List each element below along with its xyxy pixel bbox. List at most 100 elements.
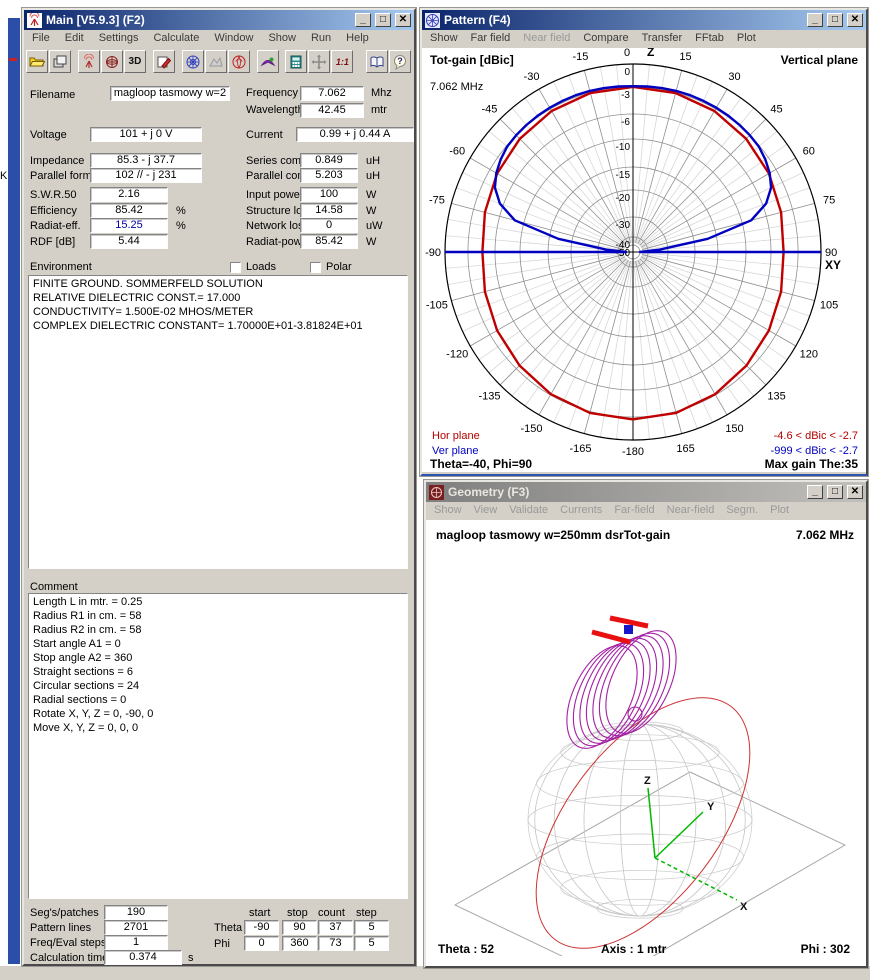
pattern-titlebar[interactable]: Pattern (F4) _ □ ✕ bbox=[422, 10, 866, 30]
geometry-view-area[interactable]: magloop tasmowy w=250mm dsrTot-gain 7.06… bbox=[426, 520, 866, 966]
desktop-side-strip bbox=[8, 18, 20, 964]
save-windows-button[interactable] bbox=[49, 50, 71, 73]
geometry-view-button[interactable] bbox=[101, 50, 123, 73]
segs-label: Seg's/patches bbox=[30, 907, 99, 919]
gray-surface-icon bbox=[208, 54, 224, 70]
1to1-icon: 1:1 bbox=[336, 57, 349, 67]
geometry-titlebar[interactable]: Geometry (F3) _ □ ✕ bbox=[426, 482, 866, 502]
input-power-label: Input power bbox=[246, 189, 303, 201]
3d-viewer-button[interactable] bbox=[257, 50, 279, 73]
svg-text:105: 105 bbox=[820, 300, 838, 312]
geometry-menu-view[interactable]: View bbox=[474, 504, 498, 518]
pattern-menu-far-field[interactable]: Far field bbox=[471, 32, 511, 46]
pattern-plane-label: Vertical plane bbox=[781, 53, 858, 67]
pattern-plot-area[interactable]: 0-3-6-10-15-20-30-40-50-180-165-150-135-… bbox=[422, 48, 866, 472]
input-power-unit: W bbox=[366, 189, 376, 201]
pattern-menu-near-field[interactable]: Near field bbox=[523, 32, 570, 46]
theta-step-input[interactable]: 5 bbox=[354, 920, 389, 935]
geometry-maximize-button[interactable]: □ bbox=[827, 485, 843, 499]
svg-text:-75: -75 bbox=[429, 194, 445, 206]
pattern-maximize-button[interactable]: □ bbox=[827, 13, 843, 27]
current-value: 0.99 + j 0.44 A bbox=[296, 127, 414, 142]
menu-file[interactable]: File bbox=[32, 32, 50, 46]
impedance-label: Impedance bbox=[30, 155, 84, 167]
svg-text:-20: -20 bbox=[616, 193, 631, 204]
legend-ver-range: -999 < dBic < -2.7 bbox=[771, 445, 858, 457]
main-menubar: File Edit Settings Calculate Window Show… bbox=[24, 30, 414, 48]
legend-ver-plane: Ver plane bbox=[432, 445, 478, 457]
wavelength-unit: mtr bbox=[371, 104, 387, 116]
move-button[interactable] bbox=[308, 50, 330, 73]
rdf-value: 5.44 bbox=[90, 234, 168, 249]
menu-show[interactable]: Show bbox=[268, 32, 296, 46]
geometry-menu-validate[interactable]: Validate bbox=[509, 504, 548, 518]
geometry-menu-far-field[interactable]: Far-field bbox=[614, 504, 654, 518]
geometry-menu-show[interactable]: Show bbox=[434, 504, 462, 518]
phi-count-input[interactable]: 73 bbox=[318, 936, 353, 951]
pattern-close-button[interactable]: ✕ bbox=[847, 13, 863, 27]
sweep-header-stop: stop bbox=[287, 907, 308, 919]
theta-start-input[interactable]: -90 bbox=[244, 920, 279, 935]
svg-text:0: 0 bbox=[624, 67, 630, 78]
menu-edit[interactable]: Edit bbox=[65, 32, 84, 46]
geometry-minimize-button[interactable]: _ bbox=[807, 485, 823, 499]
menu-settings[interactable]: Settings bbox=[99, 32, 139, 46]
efficiency-label: Efficiency bbox=[30, 205, 77, 217]
pattern-menu-compare[interactable]: Compare bbox=[583, 32, 628, 46]
svg-text:-10: -10 bbox=[616, 142, 631, 153]
frequency-value: 7.062 bbox=[300, 86, 364, 101]
loads-checkbox[interactable] bbox=[230, 262, 241, 273]
geometry-menu-currents[interactable]: Currents bbox=[560, 504, 602, 518]
radiat-power-value: 85.42 bbox=[300, 234, 358, 249]
comment-textarea[interactable]: Length L in mtr. = 0.25 Radius R1 in cm.… bbox=[28, 593, 408, 899]
open-file-button[interactable] bbox=[26, 50, 48, 73]
scale-1to1-button[interactable]: 1:1 bbox=[331, 50, 353, 73]
theta-stop-input[interactable]: 90 bbox=[282, 920, 317, 935]
phi-start-input[interactable]: 0 bbox=[244, 936, 279, 951]
menu-help[interactable]: Help bbox=[346, 32, 369, 46]
main-minimize-button[interactable]: _ bbox=[355, 13, 371, 27]
3d-view-button[interactable]: 3D bbox=[124, 50, 146, 73]
theta-count-input[interactable]: 37 bbox=[318, 920, 353, 935]
parallel-comp-value: 5.203 bbox=[300, 168, 358, 183]
geometry-menu-near-field[interactable]: Near-field bbox=[667, 504, 715, 518]
help-button[interactable]: ? bbox=[389, 50, 411, 73]
polar-checkbox[interactable] bbox=[310, 262, 321, 273]
wire-sphere-icon bbox=[104, 54, 120, 70]
phi-step-input[interactable]: 5 bbox=[354, 936, 389, 951]
near-field-surface-button[interactable] bbox=[205, 50, 227, 73]
help-icon: ? bbox=[392, 54, 408, 70]
main-maximize-button[interactable]: □ bbox=[375, 13, 391, 27]
environment-textarea[interactable]: FINITE GROUND. SOMMERFELD SOLUTION RELAT… bbox=[28, 275, 408, 569]
geometry-menu-plot[interactable]: Plot bbox=[770, 504, 789, 518]
geometry-close-button[interactable]: ✕ bbox=[847, 485, 863, 499]
nec-editor-button[interactable] bbox=[153, 50, 175, 73]
wavelength-value: 42.45 bbox=[300, 103, 364, 118]
smith-chart-button[interactable] bbox=[228, 50, 250, 73]
structure-loss-unit: W bbox=[366, 205, 376, 217]
pattern-menu-plot[interactable]: Plot bbox=[737, 32, 756, 46]
filename-input[interactable]: magloop tasmowy w=2 bbox=[110, 86, 230, 101]
phi-stop-input[interactable]: 360 bbox=[282, 936, 317, 951]
frequency-label: Frequency bbox=[246, 87, 298, 99]
calculate-button[interactable] bbox=[285, 50, 307, 73]
geometry-menu-segm[interactable]: Segm. bbox=[726, 504, 758, 518]
pattern-menu-show[interactable]: Show bbox=[430, 32, 458, 46]
menu-calculate[interactable]: Calculate bbox=[153, 32, 199, 46]
main-titlebar[interactable]: Main [V5.9.3] (F2) _ □ ✕ bbox=[24, 10, 414, 30]
menu-window[interactable]: Window bbox=[214, 32, 253, 46]
svg-text:Y: Y bbox=[707, 801, 715, 813]
menu-run[interactable]: Run bbox=[311, 32, 331, 46]
pattern-minimize-button[interactable]: _ bbox=[807, 13, 823, 27]
main-close-button[interactable]: ✕ bbox=[395, 13, 411, 27]
docs-button[interactable] bbox=[366, 50, 388, 73]
series-comp-value: 0.849 bbox=[300, 153, 358, 168]
geometry-status-phi: Phi : 302 bbox=[801, 942, 850, 956]
svg-text:75: 75 bbox=[823, 194, 835, 206]
svg-text:165: 165 bbox=[676, 443, 694, 455]
antenna-view-button[interactable] bbox=[78, 50, 100, 73]
far-field-pattern-button[interactable] bbox=[182, 50, 204, 73]
pattern-menu-fftab[interactable]: FFtab bbox=[695, 32, 724, 46]
pattern-menu-transfer[interactable]: Transfer bbox=[642, 32, 683, 46]
geometry-frequency: 7.062 MHz bbox=[796, 528, 854, 542]
